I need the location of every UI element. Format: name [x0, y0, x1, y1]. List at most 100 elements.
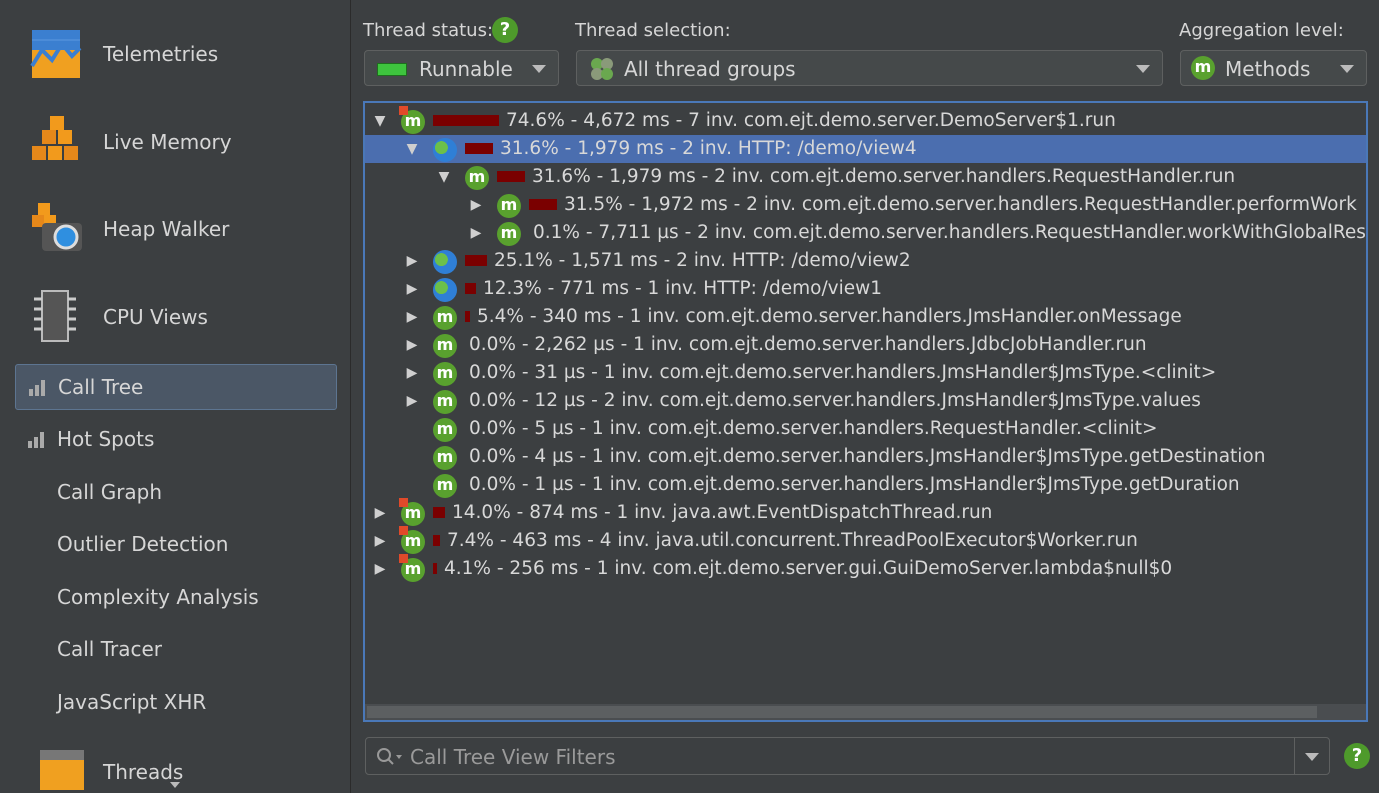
search-icon — [377, 748, 402, 765]
globe-icon — [433, 138, 457, 162]
tree-row-label: 31.6% - 1,979 ms - 2 inv. HTTP: /demo/vi… — [500, 138, 917, 159]
sidebar-item-call-graph[interactable]: Call Graph — [15, 470, 335, 514]
thread-flag-icon — [399, 554, 408, 563]
cpu-views-icon — [34, 290, 76, 342]
tree-row[interactable]: ▶ m 0.0% - 12 µs - 2 inv. com.ejt.demo.ser… — [365, 387, 1366, 415]
sidebar-item-label: Outlier Detection — [57, 532, 229, 556]
tree-row[interactable]: ▼ m 74.6% - 4,672 ms - 7 inv. com.ejt.demo… — [365, 106, 1366, 135]
sidebar-item-label: Heap Walker — [103, 217, 230, 241]
percentage-bar — [497, 171, 525, 182]
percentage-bar — [433, 535, 440, 546]
thread-selection-dropdown[interactable]: All thread groups — [576, 50, 1163, 86]
help-icon[interactable]: ? — [1344, 743, 1370, 769]
thread-status-dropdown[interactable]: Runnable — [364, 50, 559, 86]
sidebar-item-cpu-views[interactable]: CPU Views — [0, 277, 350, 357]
call-tree[interactable]: ▼ m 74.6% - 4,672 ms - 7 inv. com.ejt.demo… — [363, 101, 1368, 722]
threads-icon — [40, 750, 84, 790]
sidebar-item-outlier-detection[interactable]: Outlier Detection — [15, 522, 335, 566]
method-icon: m — [433, 446, 457, 470]
tree-row[interactable]: ▶ 25.1% - 1,571 ms - 2 inv. HTTP: /demo/v… — [365, 247, 1366, 275]
tree-row[interactable]: ▶ m 31.5% - 1,972 ms - 2 inv. com.ejt.demo… — [365, 191, 1366, 219]
globe-icon — [433, 278, 457, 302]
sidebar-item-call-tree[interactable]: Call Tree — [15, 364, 337, 410]
chevron-down-icon — [1136, 65, 1150, 73]
aggregation-level-label: Aggregation level: — [1179, 20, 1344, 41]
tree-row[interactable]: m 0.0% - 1 µs - 1 inv. com.ejt.demo.serve… — [365, 471, 1366, 499]
tree-row[interactable]: m 0.0% - 5 µs - 1 inv. com.ejt.demo.serve… — [365, 415, 1366, 443]
collapse-toggle-icon[interactable]: ▶ — [405, 337, 419, 353]
collapse-toggle-icon[interactable]: ▶ — [405, 253, 419, 269]
call-tree-filter[interactable]: Call Tree View Filters — [365, 737, 1330, 775]
horizontal-scrollbar[interactable] — [365, 704, 1366, 720]
scroll-down-icon[interactable] — [170, 782, 180, 788]
tree-row[interactable]: m 0.0% - 4 µs - 1 inv. com.ejt.demo.serve… — [365, 443, 1366, 471]
chevron-down-icon[interactable] — [1305, 753, 1319, 761]
percentage-bar — [529, 199, 557, 210]
tree-row[interactable]: ▶ m 0.0% - 2,262 µs - 1 inv. com.ejt.demo.… — [365, 331, 1366, 359]
tree-row-label: 7.4% - 463 ms - 4 inv. java.util.concurr… — [447, 530, 1138, 551]
tree-row[interactable]: ▶ m 0.0% - 31 µs - 1 inv. com.ejt.demo.ser… — [365, 359, 1366, 387]
tree-row[interactable]: ▶ m 7.4% - 463 ms - 4 inv. java.util.concu… — [365, 526, 1366, 555]
expand-toggle-icon[interactable]: ▼ — [373, 113, 387, 129]
percentage-bar — [465, 311, 470, 322]
method-icon: m — [433, 334, 457, 358]
sidebar-item-label: Call Graph — [57, 480, 163, 504]
tree-row[interactable]: ▶ m 14.0% - 874 ms - 1 inv. java.awt.Event… — [365, 498, 1366, 527]
help-icon[interactable]: ? — [492, 17, 518, 43]
sidebar-item-label: Hot Spots — [57, 427, 155, 451]
tree-row-label: 74.6% - 4,672 ms - 7 inv. com.ejt.demo.s… — [506, 110, 1116, 131]
collapse-toggle-icon[interactable]: ▶ — [373, 533, 387, 549]
aggregation-level-dropdown[interactable]: m Methods — [1180, 50, 1367, 86]
tree-row-label: 0.0% - 5 µs - 1 inv. com.ejt.demo.server… — [469, 418, 1158, 439]
tree-row[interactable]: ▶ m 0.1% - 7,711 µs - 2 inv. com.ejt.demo.… — [365, 219, 1366, 247]
thread-method-icon: m — [399, 554, 425, 582]
scrollbar-thumb[interactable] — [367, 706, 1317, 718]
tree-row[interactable]: ▶ 12.3% - 771 ms - 1 inv. HTTP: /demo/vie… — [365, 275, 1366, 303]
sidebar-item-call-tracer[interactable]: Call Tracer — [15, 627, 335, 671]
sidebar-item-hot-spots[interactable]: Hot Spots — [15, 417, 335, 461]
thread-flag-icon — [399, 526, 408, 535]
percentage-bar — [433, 563, 437, 574]
filter-placeholder: Call Tree View Filters — [410, 745, 616, 769]
sidebar-item-label: Call Tracer — [57, 637, 162, 661]
sidebar-item-live-memory[interactable]: Live Memory — [0, 102, 350, 182]
sidebar-item-label: Live Memory — [103, 130, 232, 154]
method-icon: m — [433, 418, 457, 442]
globe-icon — [433, 250, 457, 274]
method-icon: m — [1191, 56, 1215, 80]
percentage-bar — [465, 255, 487, 266]
tree-row[interactable]: ▶ m 4.1% - 256 ms - 1 inv. com.ejt.demo.se… — [365, 554, 1366, 583]
sidebar-item-telemetries[interactable]: Telemetries — [0, 14, 350, 94]
sidebar-item-javascript-xhr[interactable]: JavaScript XHR — [15, 680, 335, 724]
sidebar-item-heap-walker[interactable]: Heap Walker — [0, 189, 350, 269]
collapse-toggle-icon[interactable]: ▶ — [469, 225, 483, 241]
thread-groups-icon — [591, 58, 613, 80]
sidebar: Telemetries Live Memory Heap Walker CPU … — [0, 0, 351, 793]
tree-row-label: 0.0% - 4 µs - 1 inv. com.ejt.demo.server… — [469, 446, 1266, 467]
sidebar-item-label: Call Tree — [58, 375, 144, 399]
collapse-toggle-icon[interactable]: ▶ — [469, 197, 483, 213]
collapse-toggle-icon[interactable]: ▶ — [405, 281, 419, 297]
collapse-toggle-icon[interactable]: ▶ — [405, 365, 419, 381]
collapse-toggle-icon[interactable]: ▶ — [373, 561, 387, 577]
thread-selection-value: All thread groups — [624, 57, 796, 81]
thread-flag-icon — [399, 498, 408, 507]
percentage-bar — [433, 507, 445, 518]
sidebar-item-label: Telemetries — [103, 42, 219, 66]
tree-row[interactable]: ▼ 31.6% - 1,979 ms - 2 inv. HTTP: /demo/v… — [365, 135, 1366, 163]
tree-row[interactable]: ▼ m 31.6% - 1,979 ms - 2 inv. com.ejt.demo… — [365, 163, 1366, 191]
expand-toggle-icon[interactable]: ▼ — [437, 169, 451, 185]
sidebar-item-label: CPU Views — [103, 305, 208, 329]
tree-row-label: 25.1% - 1,571 ms - 2 inv. HTTP: /demo/vi… — [494, 250, 911, 271]
collapse-toggle-icon[interactable]: ▶ — [405, 393, 419, 409]
sidebar-item-complexity-analysis[interactable]: Complexity Analysis — [15, 575, 335, 619]
collapse-toggle-icon[interactable]: ▶ — [373, 505, 387, 521]
tree-row-label: 4.1% - 256 ms - 1 inv. com.ejt.demo.serv… — [444, 558, 1173, 579]
tree-row[interactable]: ▶ m 5.4% - 340 ms - 1 inv. com.ejt.demo.se… — [365, 303, 1366, 331]
expand-toggle-icon[interactable]: ▼ — [405, 141, 419, 157]
method-icon: m — [497, 194, 521, 218]
live-memory-icon — [32, 116, 78, 160]
bar-chart-icon — [29, 380, 45, 396]
collapse-toggle-icon[interactable]: ▶ — [405, 309, 419, 325]
method-icon: m — [433, 306, 457, 330]
